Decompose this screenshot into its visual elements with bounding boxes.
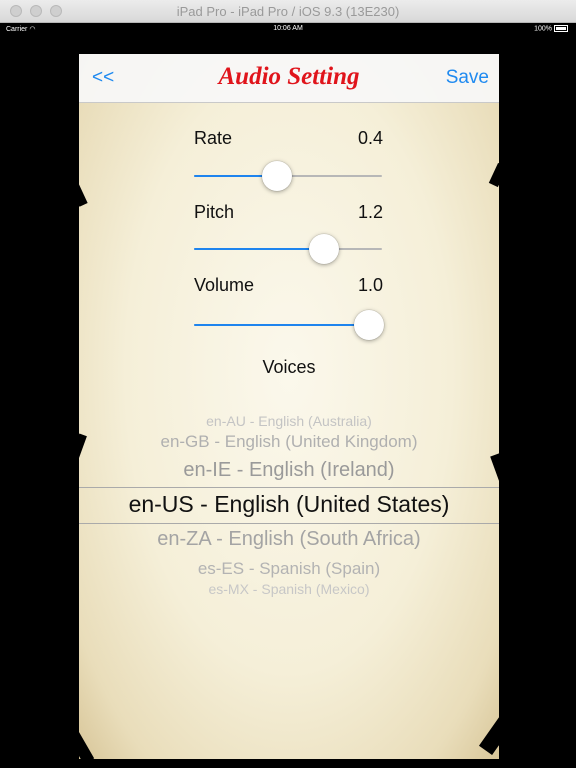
picker-option[interactable]: en-GB - English (United Kingdom) [79,432,499,452]
volume-label: Volume [194,275,255,295]
window-titlebar: iPad Pro - iPad Pro / iOS 9.3 (13E230) [0,0,576,23]
battery-icon [554,25,568,32]
picker-option[interactable]: en-ZA - English (South Africa) [79,528,499,551]
save-button[interactable]: Save [446,67,489,89]
window-title: iPad Pro - iPad Pro / iOS 9.3 (13E230) [176,4,400,19]
volume-slider-thumb[interactable] [353,310,384,340]
voice-picker[interactable]: en-AU - English (Australia) en-GB - Engl… [79,399,499,599]
navigation-bar: << Audio Setting Save [79,54,499,103]
ios-status-bar: Carrier ◠ 10:06 AM 100% [0,23,576,35]
rate-slider-thumb[interactable] [261,161,292,191]
volume-value: 1.0 [357,275,383,295]
picker-option[interactable]: es-MX - Spanish (Mexico) [79,581,499,597]
pitch-slider-thumb[interactable] [308,234,339,264]
app-screen: << Audio Setting Save Rate 0.4 Pitch 1.2… [79,54,499,759]
pitch-value: 1.2 [357,202,383,222]
rate-slider[interactable] [194,161,382,191]
picker-option[interactable]: en-IE - English (Ireland) [79,459,499,482]
clock-label: 10:06 AM [273,25,303,32]
page-title: Audio Setting [218,63,360,90]
pitch-slider[interactable] [194,234,382,264]
battery-indicator: 100% [534,25,568,32]
rate-label: Rate [194,128,233,148]
pitch-label: Pitch [194,202,235,222]
picker-option[interactable]: en-AU - English (Australia) [79,413,499,429]
voices-label: Voices [262,357,316,377]
picker-option-selected[interactable]: en-US - English (United States) [79,491,499,518]
volume-slider[interactable] [194,310,384,340]
picker-option[interactable]: es-ES - Spanish (Spain) [79,559,499,579]
rate-value: 0.4 [357,128,383,148]
